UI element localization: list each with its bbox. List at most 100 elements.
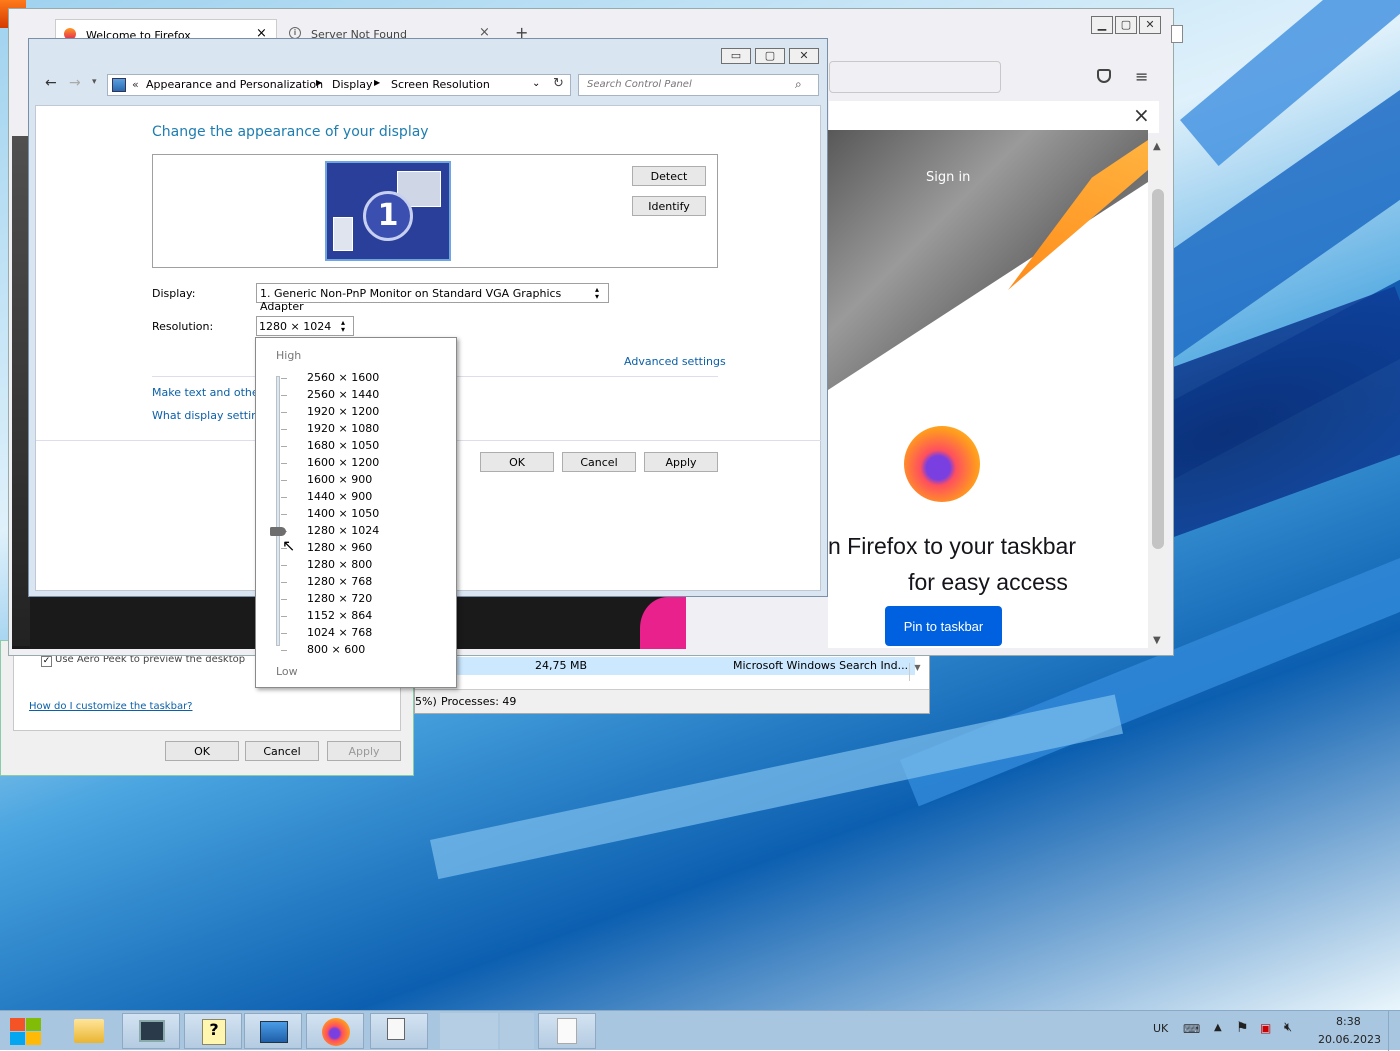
firefox-icon: [322, 1018, 350, 1046]
volume-muted-icon[interactable]: 🔇︎: [1284, 1020, 1292, 1035]
sign-in-link[interactable]: Sign in: [926, 170, 970, 185]
taskbar-item-app[interactable]: [370, 1013, 428, 1049]
breadcrumb-item-appearance[interactable]: Appearance and Personalization: [146, 78, 323, 91]
taskbar-item-task-manager[interactable]: [122, 1013, 180, 1049]
resolution-value: 1280 × 1024: [259, 320, 332, 333]
display-settings-link[interactable]: What display setting: [152, 409, 265, 422]
show-hidden-icons-icon[interactable]: ▲: [1214, 1022, 1222, 1033]
resolution-option[interactable]: 1280 × 960: [307, 541, 372, 554]
minimize-button[interactable]: ▭: [721, 48, 751, 64]
maximize-button[interactable]: ▢: [1115, 16, 1137, 34]
resolution-option[interactable]: 1280 × 768: [307, 575, 372, 588]
close-icon[interactable]: ×: [1133, 103, 1150, 127]
task-manager-icon: [139, 1020, 165, 1042]
show-desktop-button[interactable]: [1388, 1011, 1400, 1051]
slider-tick: [281, 599, 287, 600]
detect-button[interactable]: Detect: [632, 166, 706, 186]
process-description: Microsoft Windows Search Ind...: [733, 659, 909, 672]
close-window-button[interactable]: ✕: [789, 48, 819, 64]
keyboard-icon[interactable]: ⌨: [1183, 1022, 1200, 1036]
taskbar-cancel-button[interactable]: Cancel: [245, 741, 319, 761]
breadcrumb-item-display[interactable]: Display: [332, 78, 373, 91]
cancel-button[interactable]: Cancel: [562, 452, 636, 472]
resolution-option[interactable]: 2560 × 1440: [307, 388, 379, 401]
advanced-settings-link[interactable]: Advanced settings: [624, 355, 726, 368]
taskbar-item-help[interactable]: ?: [184, 1013, 242, 1049]
maximize-button[interactable]: ▢: [755, 48, 785, 64]
slider-tick: [281, 378, 287, 379]
slider-tick: [281, 412, 287, 413]
apply-button[interactable]: Apply: [644, 452, 718, 472]
address-bar[interactable]: « Appearance and Personalization ▶ Displ…: [107, 74, 571, 96]
text-size-link[interactable]: Make text and other: [152, 386, 263, 399]
resolution-option[interactable]: 1280 × 1024: [307, 524, 379, 537]
taskbar-item-firefox[interactable]: [306, 1013, 364, 1049]
taskbar-item-document[interactable]: [538, 1013, 596, 1049]
identify-button[interactable]: Identify: [632, 196, 706, 216]
headline-line-2: for easy access: [908, 569, 1068, 595]
resolution-option[interactable]: 1400 × 1050: [307, 507, 379, 520]
resolution-dropdown[interactable]: High 2560 × 1600 2560 × 1440 1920 × 1200 19…: [255, 337, 457, 688]
chevron-down-icon[interactable]: ▾: [92, 77, 97, 87]
start-button[interactable]: [8, 1016, 42, 1046]
low-label: Low: [276, 665, 298, 678]
scroll-up-icon[interactable]: ▲: [1153, 141, 1161, 152]
taskbar-item-control-panel[interactable]: [244, 1013, 302, 1049]
pin-to-taskbar-button[interactable]: Pin to taskbar: [885, 606, 1002, 646]
slider-thumb[interactable]: [270, 527, 286, 536]
resolution-option[interactable]: 1440 × 900: [307, 490, 372, 503]
close-window-button[interactable]: ✕: [1139, 16, 1161, 34]
scrollbar-thumb[interactable]: [1152, 189, 1164, 549]
slider-tick: [281, 429, 287, 430]
customize-taskbar-link[interactable]: How do I customize the taskbar?: [29, 701, 193, 712]
clock-date[interactable]: 20.06.2023: [1318, 1033, 1381, 1046]
refresh-icon[interactable]: ↻: [553, 76, 564, 91]
search-box[interactable]: Search Control Panel ⌕: [578, 74, 819, 96]
url-bar[interactable]: [829, 61, 1001, 93]
ok-button[interactable]: OK: [480, 452, 554, 472]
menu-icon[interactable]: ≡: [1135, 67, 1148, 86]
minimize-button[interactable]: ▁: [1091, 16, 1113, 34]
pocket-icon[interactable]: [1097, 69, 1111, 83]
resolution-option[interactable]: 1920 × 1200: [307, 405, 379, 418]
forward-arrow-icon[interactable]: →: [69, 75, 81, 91]
resolution-option[interactable]: 1280 × 800: [307, 558, 372, 571]
file-explorer-icon[interactable]: [74, 1019, 104, 1043]
cpu-usage: 5%): [415, 695, 437, 708]
search-icon[interactable]: ⌕: [795, 77, 802, 92]
resolution-option[interactable]: 1920 × 1080: [307, 422, 379, 435]
document-icon: [557, 1018, 577, 1044]
taskbar-item-blank[interactable]: [500, 1013, 534, 1049]
resolution-select[interactable]: 1280 × 1024 ▴ ▾: [256, 316, 354, 336]
breadcrumb-item-screen-resolution[interactable]: Screen Resolution: [391, 78, 490, 91]
scroll-down-icon[interactable]: ▼: [909, 663, 925, 681]
clock-time[interactable]: 8:38: [1336, 1015, 1361, 1028]
resolution-option[interactable]: 1600 × 1200: [307, 456, 379, 469]
taskbar-ok-button[interactable]: OK: [165, 741, 239, 761]
resolution-option[interactable]: 1280 × 720: [307, 592, 372, 605]
monitor-1-icon[interactable]: 1: [325, 161, 451, 261]
display-select[interactable]: 1. Generic Non-PnP Monitor on Standard V…: [256, 283, 609, 313]
scrollbar[interactable]: ▲ ▼: [1149, 139, 1167, 649]
notification-bar: [829, 101, 1159, 133]
scroll-down-icon[interactable]: ▼: [1153, 635, 1161, 646]
language-indicator[interactable]: UK: [1153, 1022, 1168, 1035]
slider-tick: [281, 650, 287, 651]
network-error-icon[interactable]: ▣: [1260, 1021, 1271, 1035]
slider-track[interactable]: [276, 376, 280, 646]
resolution-option[interactable]: 2560 × 1600: [307, 371, 379, 384]
resolution-option[interactable]: 1152 × 864: [307, 609, 372, 622]
resolution-option[interactable]: 1024 × 768: [307, 626, 372, 639]
resolution-option[interactable]: 1680 × 1050: [307, 439, 379, 452]
chevron-down-icon[interactable]: ⌄: [532, 78, 540, 89]
search-input[interactable]: Search Control Panel: [587, 79, 692, 90]
taskbar-item-blank[interactable]: [440, 1013, 498, 1049]
taskbar-apply-button[interactable]: Apply: [327, 741, 401, 761]
resolution-option[interactable]: 800 × 600: [307, 643, 365, 656]
cursor-icon: ↖: [282, 536, 296, 555]
resolution-option[interactable]: 1600 × 900: [307, 473, 372, 486]
process-count: Processes: 49: [441, 695, 517, 708]
back-arrow-icon[interactable]: ←: [45, 75, 57, 91]
aero-peek-checkbox[interactable]: ✓: [41, 656, 52, 667]
action-center-flag-icon[interactable]: ⚑: [1236, 1020, 1249, 1036]
